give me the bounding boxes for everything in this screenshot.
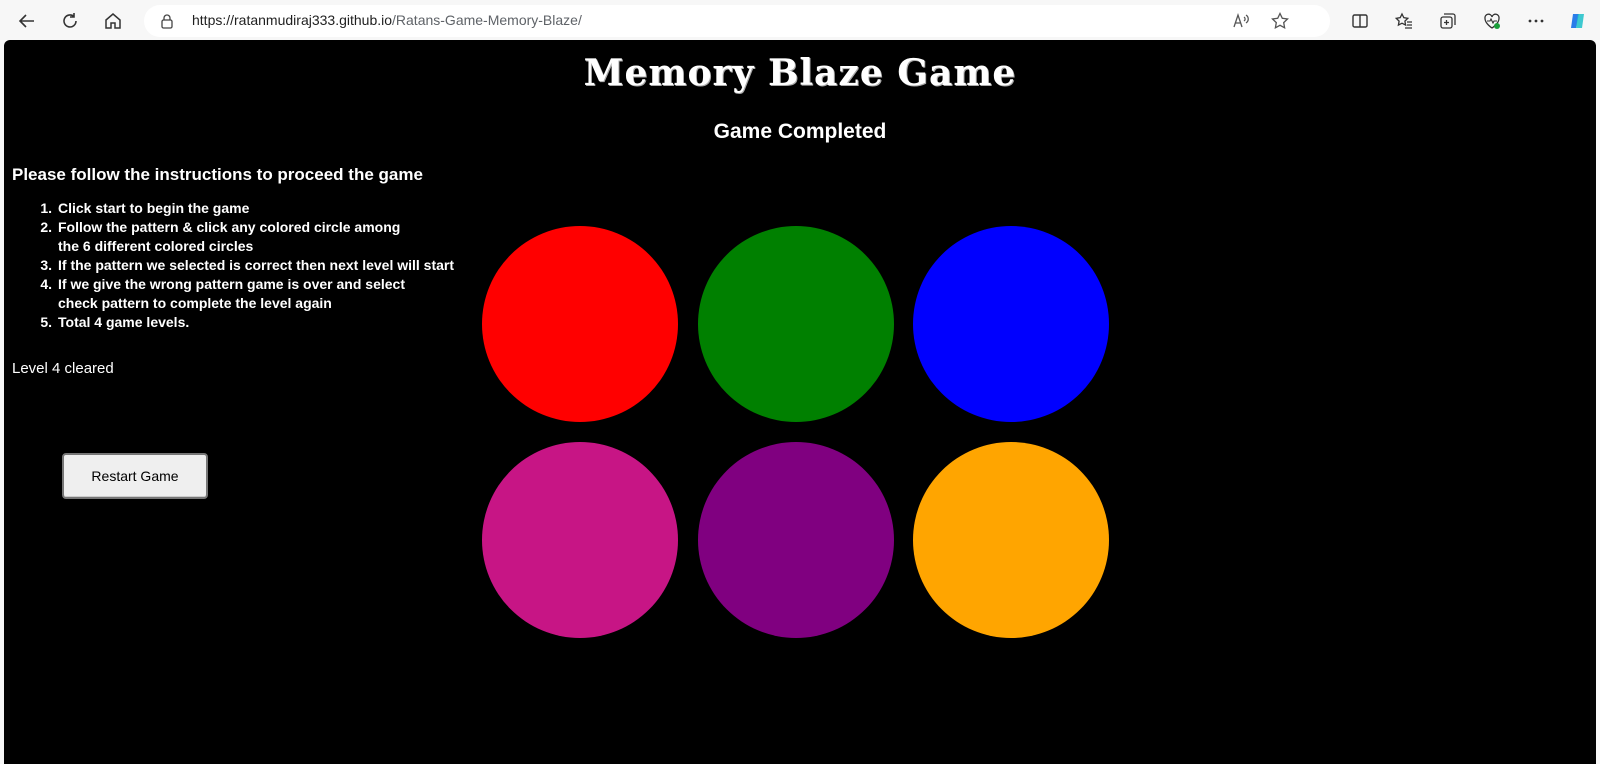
- url-text: https://ratanmudiraj333.github.io/Ratans…: [192, 12, 582, 28]
- split-screen-icon: [1352, 14, 1368, 28]
- pink-circle[interactable]: [482, 442, 678, 638]
- game-title: Memory Blaze Game: [583, 52, 1017, 94]
- browser-essentials-button[interactable]: [1477, 6, 1507, 36]
- favorites-icon: [1395, 12, 1412, 29]
- instructions-heading: Please follow the instructions to procee…: [12, 165, 423, 184]
- url-host: https://ratanmudiraj333.github.io: [192, 12, 393, 28]
- green-circle[interactable]: [698, 226, 894, 422]
- list-item-text: If the pattern we selected is correct th…: [58, 257, 455, 273]
- list-item-number: 4.: [40, 276, 52, 292]
- refresh-button[interactable]: [55, 6, 85, 36]
- more-dots-icon: [1528, 19, 1544, 23]
- home-button[interactable]: [98, 6, 128, 36]
- blue-circle[interactable]: [913, 226, 1109, 422]
- back-button[interactable]: [12, 6, 42, 36]
- level-status: Level 4 cleared: [12, 360, 114, 377]
- back-arrow-icon: [18, 14, 34, 28]
- split-screen-button[interactable]: [1345, 6, 1375, 36]
- list-item-number: 5.: [40, 314, 52, 330]
- list-item-number: 3.: [40, 257, 52, 273]
- copilot-button[interactable]: [1563, 6, 1593, 36]
- heart-pulse-icon: [1484, 13, 1500, 29]
- refresh-icon: [63, 13, 77, 28]
- list-item: 1. Click start to begin the game: [32, 199, 472, 218]
- instructions-panel: Please follow the instructions to procee…: [12, 165, 472, 332]
- list-item-text: Click start to begin the game: [58, 200, 250, 216]
- list-item-number: 2.: [40, 219, 52, 235]
- collections-button[interactable]: [1433, 6, 1463, 36]
- favorite-star-icon[interactable]: [1271, 12, 1289, 30]
- list-item: 4. If we give the wrong pattern game is o…: [32, 275, 472, 313]
- instructions-list: 1. Click start to begin the game 2. Follow…: [12, 199, 472, 332]
- red-circle[interactable]: [482, 226, 678, 422]
- list-item: 2. Follow the pattern & click any colored…: [32, 218, 472, 256]
- collections-icon: [1440, 13, 1456, 29]
- list-item-text: Total 4 game levels.: [58, 314, 190, 330]
- list-item-number: 1.: [40, 200, 52, 216]
- browser-toolbar: https://ratanmudiraj333.github.io/Ratans…: [0, 0, 1600, 40]
- copilot-icon: [1571, 14, 1584, 28]
- favorites-button[interactable]: [1389, 6, 1419, 36]
- url-path: /Ratans-Game-Memory-Blaze/: [392, 12, 582, 28]
- list-item-text: If we give the wrong pattern game is ove…: [58, 276, 405, 311]
- game-page: Memory Blaze Game Game Completed Please …: [4, 40, 1596, 764]
- game-status: Game Completed: [713, 120, 887, 143]
- orange-circle[interactable]: [913, 442, 1109, 638]
- list-item: 5. Total 4 game levels.: [32, 313, 472, 332]
- more-options-button[interactable]: [1521, 6, 1551, 36]
- purple-circle[interactable]: [698, 442, 894, 638]
- restart-game-button[interactable]: Restart Game: [62, 453, 208, 499]
- home-icon: [105, 13, 121, 29]
- address-bar[interactable]: https://ratanmudiraj333.github.io/Ratans…: [144, 5, 1330, 37]
- lock-icon: [161, 14, 173, 29]
- list-item-text: Follow the pattern & click any colored c…: [58, 219, 401, 254]
- list-item: 3. If the pattern we selected is correct …: [32, 256, 472, 275]
- read-aloud-icon[interactable]: [1232, 12, 1250, 30]
